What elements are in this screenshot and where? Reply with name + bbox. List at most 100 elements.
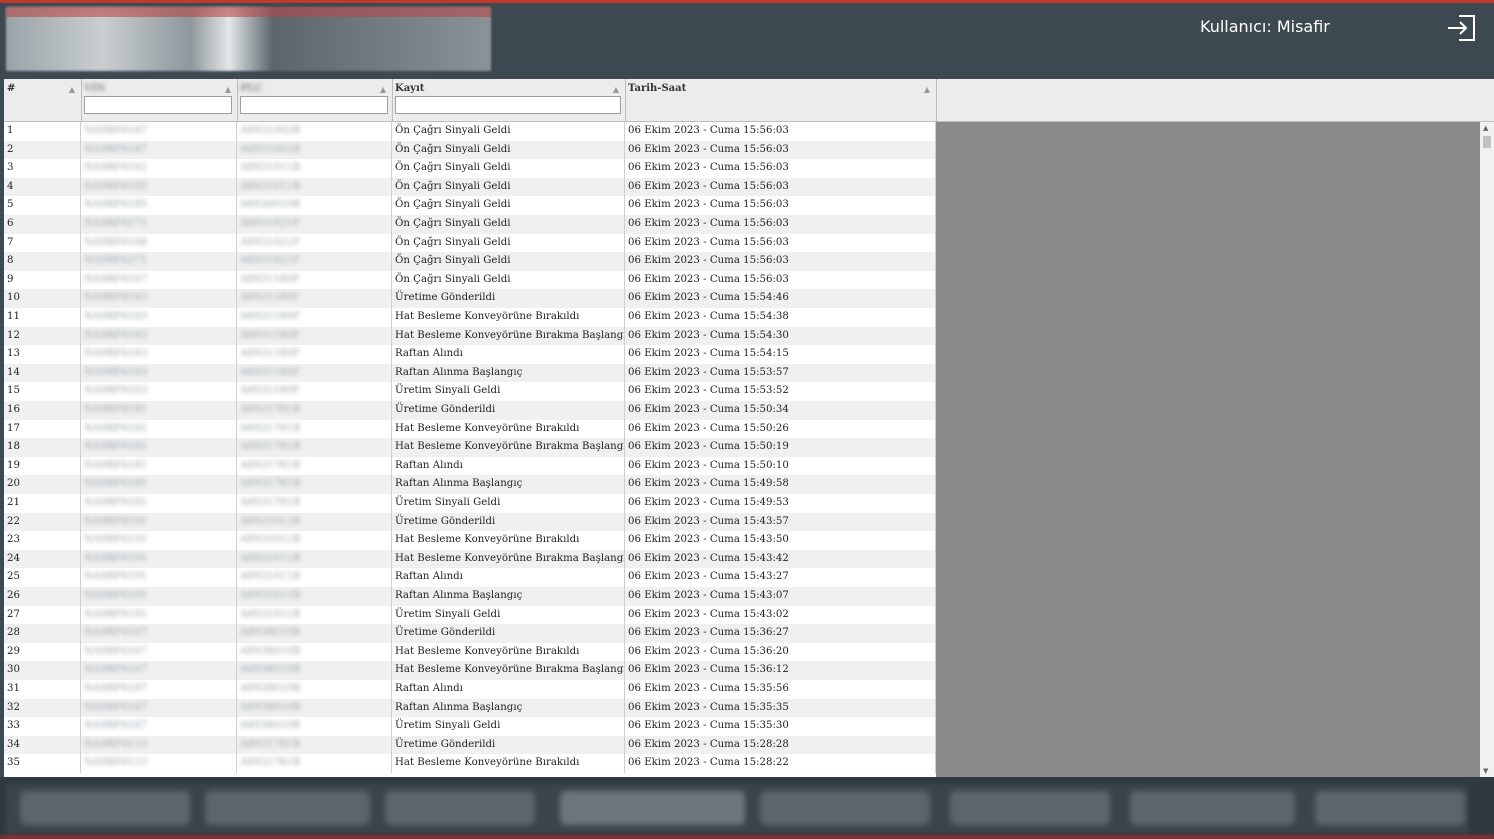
table-row[interactable]: 15 NA9RF6163 A8931180F Üretim Sinyali Geldi…: [4, 382, 936, 401]
nav-item-5[interactable]: [760, 791, 930, 825]
column-header-kayit[interactable]: Kayıt ▲: [392, 79, 626, 121]
cell-vin: NA9RF6181: [81, 456, 237, 476]
scroll-up-icon[interactable]: ▲: [1483, 124, 1488, 132]
table-row[interactable]: 19 NA9RF6181 A8931781B Raftan Alındı 06 Ekim…: [4, 456, 936, 476]
table-row[interactable]: 9 NA9RF6167 A8931180F Ön Çağrı Sinyali Geld…: [4, 270, 936, 290]
column-header-plc[interactable]: PLC ▲: [237, 79, 393, 121]
cell-plc: A8931781B: [237, 438, 392, 457]
cell-kayit: Üretime Gönderildi: [392, 512, 625, 532]
table-row[interactable]: 34 NA9RF6113 A8931781B Üretime Gönderildi 06…: [4, 735, 936, 755]
nav-item-4[interactable]: [560, 791, 745, 825]
cell-vin: NA9RF6191: [81, 549, 237, 569]
table-row[interactable]: 10 NA9RF6163 A8931180F Üretime Gönderildi 06…: [4, 289, 936, 308]
cell-vin: NA9RF6271: [81, 252, 237, 271]
cell-tarih: 06 Ekim 2023 - Cuma 15:54:46: [625, 289, 936, 308]
cell-vin: NA9RF6163: [81, 289, 237, 308]
column-header-number[interactable]: # ▲: [4, 79, 82, 121]
table-row[interactable]: 18 NA9RF6181 A8931781B Hat Besleme Konveyör…: [4, 438, 936, 457]
table-row[interactable]: 8 NA9RF6271 A8931021F Ön Çağrı Sinyali Geld…: [4, 252, 936, 271]
cell-kayit: Ön Çağrı Sinyali Geldi: [392, 215, 625, 234]
table-row[interactable]: 33 NA9RF6167 A8938010B Üretim Sinyali Geldi…: [4, 717, 936, 736]
records-grid: # ▲ VIN ▲ PLC ▲ Kayıt ▲ Tarih-Saat ▲ 1 NA…: [4, 79, 1494, 777]
table-row[interactable]: 6 NA9RF6171 A8931021F Ön Çağrı Sinyali Geld…: [4, 215, 936, 234]
table-row[interactable]: 13 NA9RF6163 A8931180F Raftan Alındı 06 Ekim…: [4, 345, 936, 364]
nav-item-7[interactable]: [1130, 791, 1295, 825]
cell-kayit: Hat Besleme Konveyörüne Bırakma Başlangı…: [392, 549, 625, 569]
table-row[interactable]: 24 NA9RF6191 A8931011B Hat Besleme Konveyör…: [4, 549, 936, 569]
nav-item-2[interactable]: [205, 791, 370, 825]
nav-item-6[interactable]: [950, 791, 1110, 825]
scroll-thumb[interactable]: [1483, 136, 1491, 148]
cell-kayit: Üretime Gönderildi: [392, 735, 625, 755]
cell-vin: NA9RF6167: [81, 270, 237, 290]
kayit-filter-input[interactable]: [395, 96, 621, 114]
table-row[interactable]: 35 NA9RF6113 A8931781B Hat Besleme Konveyör…: [4, 754, 936, 773]
cell-plc: A8931180F: [237, 382, 392, 401]
sort-icon[interactable]: ▲: [69, 84, 75, 94]
cell-vin: NA9RF6181: [81, 438, 237, 457]
sort-icon[interactable]: ▲: [924, 84, 930, 94]
table-row[interactable]: 7 NA9RF6168 A8931021F Ön Çağrı Sinyali Geld…: [4, 233, 936, 253]
table-row[interactable]: 32 NA9RF6167 A8938010B Raftan Alınma Başlan…: [4, 698, 936, 718]
table-row[interactable]: 20 NA9RF6181 A8931781B Raftan Alınma Başlan…: [4, 475, 936, 494]
logout-icon[interactable]: [1445, 13, 1477, 43]
table-row[interactable]: 17 NA9RF6181 A8931781B Hat Besleme Konveyör…: [4, 419, 936, 439]
table-row[interactable]: 29 NA9RF6167 A8938010B Hat Besleme Konveyör…: [4, 642, 936, 662]
table-row[interactable]: 5 NA9RF6185 A8930010B Ön Çağrı Sinyali Geld…: [4, 196, 936, 215]
cell-kayit: Ön Çağrı Sinyali Geldi: [392, 159, 625, 178]
table-row[interactable]: 16 NA9RF6181 A8931781B Üretime Gönderildi 06…: [4, 401, 936, 420]
cell-tarih: 06 Ekim 2023 - Cuma 15:36:27: [625, 624, 936, 643]
cell-no: 28: [4, 624, 81, 643]
cell-tarih: 06 Ekim 2023 - Cuma 15:56:03: [625, 196, 936, 215]
table-row[interactable]: 21 NA9RF6181 A8931781B Üretim Sinyali Geldi…: [4, 494, 936, 513]
cell-plc: A8931011B: [237, 159, 392, 178]
cell-vin: NA9RF6163: [81, 345, 237, 364]
table-row[interactable]: 14 NA9RF6163 A8931180F Raftan Alınma Başlan…: [4, 363, 936, 383]
table-row[interactable]: 28 NA9RF6167 A8938010B Üretime Gönderildi 06…: [4, 624, 936, 643]
nav-item-3[interactable]: [385, 791, 535, 825]
cell-tarih: 06 Ekim 2023 - Cuma 15:56:03: [625, 159, 936, 178]
sort-icon[interactable]: ▲: [225, 84, 231, 94]
cell-no: 14: [4, 363, 81, 383]
cell-vin: NA9RF6165: [81, 177, 237, 197]
cell-kayit: Raftan Alındı: [392, 680, 625, 699]
table-row[interactable]: 4 NA9RF6165 A8931011B Ön Çağrı Sinyali Geld…: [4, 177, 936, 197]
sort-icon[interactable]: ▲: [613, 84, 619, 94]
sort-icon[interactable]: ▲: [380, 84, 386, 94]
cell-plc: A8938010B: [237, 661, 392, 680]
scroll-down-icon[interactable]: ▼: [1483, 767, 1488, 775]
column-header-tarih-saat[interactable]: Tarih-Saat ▲: [625, 79, 937, 121]
cell-plc: A8931011B: [237, 549, 392, 569]
column-header-vin[interactable]: VIN ▲: [81, 79, 238, 121]
cell-no: 35: [4, 754, 81, 773]
cell-vin: NA9RF6163: [81, 363, 237, 383]
cell-tarih: 06 Ekim 2023 - Cuma 15:50:34: [625, 401, 936, 420]
table-row[interactable]: 31 NA9RF6167 A8938010B Raftan Alındı 06 Ekim…: [4, 680, 936, 699]
cell-no: 24: [4, 549, 81, 569]
cell-tarih: 06 Ekim 2023 - Cuma 15:54:38: [625, 308, 936, 327]
cell-vin: NA9RF6181: [81, 419, 237, 439]
table-row[interactable]: 2 NA9RF6187 A8931002B Ön Çağrı Sinyali Geld…: [4, 140, 936, 160]
cell-tarih: 06 Ekim 2023 - Cuma 15:35:30: [625, 717, 936, 736]
table-row[interactable]: 30 NA9RF6167 A8938010B Hat Besleme Konveyör…: [4, 661, 936, 680]
table-row[interactable]: 22 NA9RF6191 A8931011B Üretime Gönderildi 06…: [4, 512, 936, 532]
cell-plc: A8938010B: [237, 680, 392, 699]
nav-item-1[interactable]: [20, 791, 190, 825]
cell-tarih: 06 Ekim 2023 - Cuma 15:49:58: [625, 475, 936, 494]
plc-filter-input[interactable]: [240, 96, 388, 114]
table-row[interactable]: 3 NA9RF6161 A8931011B Ön Çağrı Sinyali Geld…: [4, 159, 936, 178]
table-row[interactable]: 1 NA9RF6167 A8931002B Ön Çağrı Sinyali Geld…: [4, 122, 936, 141]
table-row[interactable]: 26 NA9RF6191 A8931011B Raftan Alınma Başlan…: [4, 587, 936, 606]
table-row[interactable]: 25 NA9RF6191 A8931011B Raftan Alındı 06 Ekim…: [4, 568, 936, 587]
table-row[interactable]: 23 NA9RF6191 A8931011B Hat Besleme Konveyör…: [4, 531, 936, 550]
vertical-scrollbar[interactable]: ▲ ▼: [1480, 122, 1494, 777]
table-row[interactable]: 27 NA9RF6191 A8931011B Üretim Sinyali Geldi…: [4, 605, 936, 625]
nav-item-8[interactable]: [1315, 791, 1465, 825]
cell-kayit: Üretim Sinyali Geldi: [392, 717, 625, 736]
cell-no: 3: [4, 159, 81, 178]
vin-filter-input[interactable]: [84, 96, 232, 114]
cell-kayit: Hat Besleme Konveyörüne Bırakma Başlangı…: [392, 661, 625, 680]
table-row[interactable]: 12 NA9RF6163 A8931180F Hat Besleme Konveyör…: [4, 326, 936, 346]
table-row[interactable]: 11 NA9RF6163 A8931180F Hat Besleme Konveyör…: [4, 308, 936, 327]
cell-tarih: 06 Ekim 2023 - Cuma 15:53:52: [625, 382, 936, 401]
